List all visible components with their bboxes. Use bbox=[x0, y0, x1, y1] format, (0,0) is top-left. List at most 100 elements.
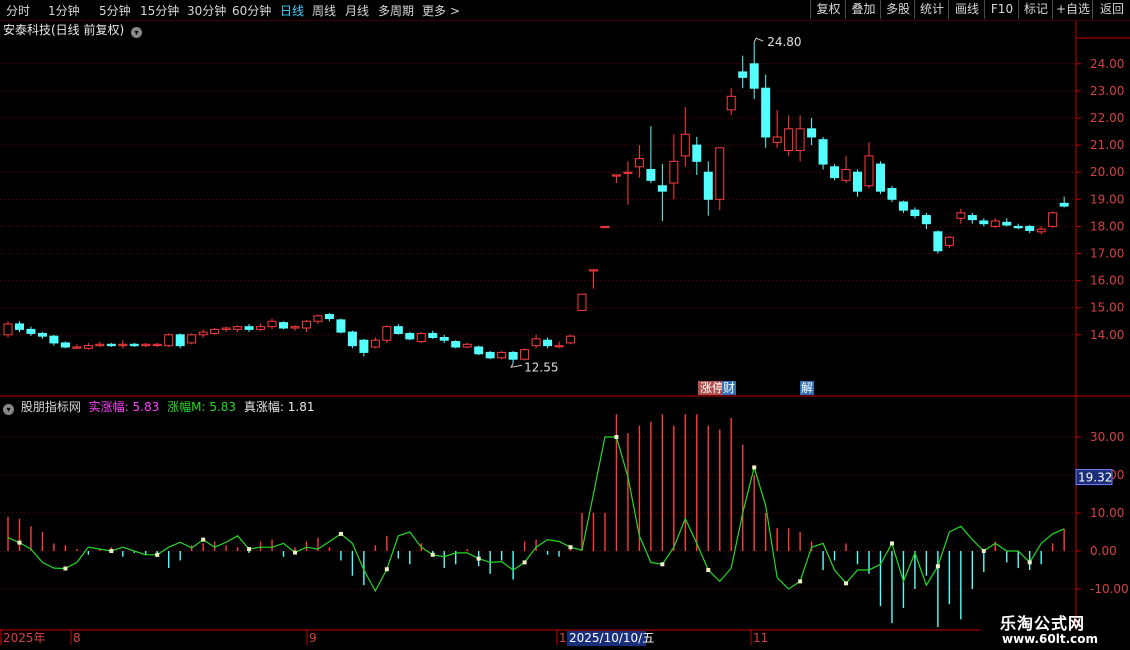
event-marker-jie: 解 bbox=[801, 381, 813, 395]
price-tick-label: 17.00 bbox=[1090, 247, 1124, 261]
indicator-tick-label: 30.00 bbox=[1090, 430, 1124, 444]
zhangfum-point bbox=[384, 567, 389, 572]
candle bbox=[921, 215, 931, 225]
high-arrow bbox=[753, 37, 764, 43]
zhangfum-point bbox=[430, 552, 435, 557]
zhangfum-point bbox=[935, 564, 940, 569]
candle bbox=[508, 351, 518, 360]
candle bbox=[347, 331, 357, 347]
timeline-month-8: 8 bbox=[73, 631, 81, 645]
candle bbox=[359, 339, 369, 353]
candle bbox=[141, 343, 151, 347]
candle bbox=[267, 320, 277, 328]
zhangfum-point bbox=[568, 545, 573, 550]
candle bbox=[221, 327, 231, 330]
candle bbox=[290, 326, 300, 329]
candle bbox=[600, 225, 610, 229]
candle bbox=[898, 201, 908, 211]
candle bbox=[198, 331, 208, 336]
candle bbox=[210, 328, 220, 334]
candle bbox=[875, 163, 885, 192]
zhangfum-point bbox=[1027, 560, 1032, 565]
candle bbox=[233, 326, 243, 330]
candle bbox=[669, 160, 679, 184]
zhangfum-point bbox=[798, 579, 803, 584]
timeline-month-9: 9 bbox=[309, 631, 317, 645]
candle bbox=[692, 144, 702, 162]
indicator-tick-label: -10.00 bbox=[1090, 582, 1129, 596]
zhangfum-line bbox=[7, 436, 1065, 593]
candle bbox=[382, 326, 392, 341]
candle bbox=[497, 351, 507, 359]
candle bbox=[49, 335, 59, 344]
candle bbox=[256, 326, 266, 330]
candle bbox=[990, 220, 1000, 227]
candle bbox=[416, 332, 426, 343]
candle bbox=[830, 166, 840, 179]
candle bbox=[749, 63, 759, 89]
candle bbox=[910, 209, 920, 217]
price-tick-label: 16.00 bbox=[1090, 274, 1124, 288]
candle bbox=[152, 343, 162, 346]
price-tick-label: 21.00 bbox=[1090, 138, 1124, 152]
candle bbox=[634, 158, 644, 168]
candle bbox=[738, 71, 748, 78]
candle bbox=[370, 339, 380, 348]
candle bbox=[439, 337, 449, 341]
candle bbox=[37, 332, 47, 337]
candle bbox=[393, 326, 403, 334]
candle bbox=[818, 139, 828, 165]
watermark-url: www.60lt.com bbox=[1002, 632, 1099, 646]
candle bbox=[703, 171, 713, 200]
candle bbox=[26, 328, 36, 334]
candle bbox=[554, 345, 564, 348]
price-tick-label: 14.00 bbox=[1090, 328, 1124, 342]
low-arrow bbox=[510, 363, 523, 368]
watermark: 乐淘公式网 www.60lt.com bbox=[990, 608, 1130, 650]
cursor-date: 2025/10/10/五 bbox=[569, 631, 654, 645]
candle bbox=[761, 87, 771, 138]
candle bbox=[531, 338, 541, 347]
candle bbox=[428, 332, 438, 339]
candle bbox=[14, 323, 24, 330]
candle bbox=[887, 187, 897, 200]
candle bbox=[1036, 228, 1046, 233]
indicator-tick-label: 0.00 bbox=[1090, 544, 1117, 558]
candle bbox=[520, 349, 530, 360]
zhangfum-point bbox=[476, 556, 481, 561]
zhangfum-point bbox=[201, 537, 206, 542]
candle bbox=[301, 320, 311, 329]
candle bbox=[807, 128, 817, 138]
zhangfum-point bbox=[522, 560, 527, 565]
candle bbox=[83, 345, 93, 349]
stock-chart[interactable]: 14.00 15.00 16.00 17.00 18.00 19.00 20.00 21.00… bbox=[0, 0, 1130, 650]
candle bbox=[405, 332, 415, 340]
candle bbox=[853, 171, 863, 192]
candle bbox=[577, 293, 587, 311]
price-tick-label: 18.00 bbox=[1090, 219, 1124, 233]
candle bbox=[1025, 225, 1035, 231]
current-value-marker: 19.32 bbox=[1078, 471, 1112, 485]
candle bbox=[164, 334, 174, 347]
zhangfum-point bbox=[752, 465, 757, 470]
timeline-year: 2025年 bbox=[3, 631, 46, 645]
candle bbox=[324, 313, 334, 320]
candle bbox=[60, 342, 70, 348]
candle bbox=[1002, 221, 1012, 226]
candle bbox=[462, 343, 472, 348]
zhangfum-point bbox=[247, 547, 252, 552]
low-label: 12.55 bbox=[524, 360, 558, 374]
candle bbox=[129, 343, 139, 347]
candle bbox=[657, 185, 667, 192]
candle bbox=[611, 174, 621, 177]
candle bbox=[313, 315, 323, 322]
candle bbox=[72, 346, 82, 349]
watermark-title: 乐淘公式网 bbox=[1000, 614, 1086, 633]
candle bbox=[588, 269, 598, 272]
candle bbox=[979, 220, 989, 225]
price-tick-label: 24.00 bbox=[1090, 57, 1124, 71]
candle bbox=[1013, 225, 1023, 229]
candle bbox=[543, 339, 553, 347]
timeline-month-10: 1 bbox=[559, 631, 567, 645]
zhangfum-point bbox=[338, 531, 343, 536]
